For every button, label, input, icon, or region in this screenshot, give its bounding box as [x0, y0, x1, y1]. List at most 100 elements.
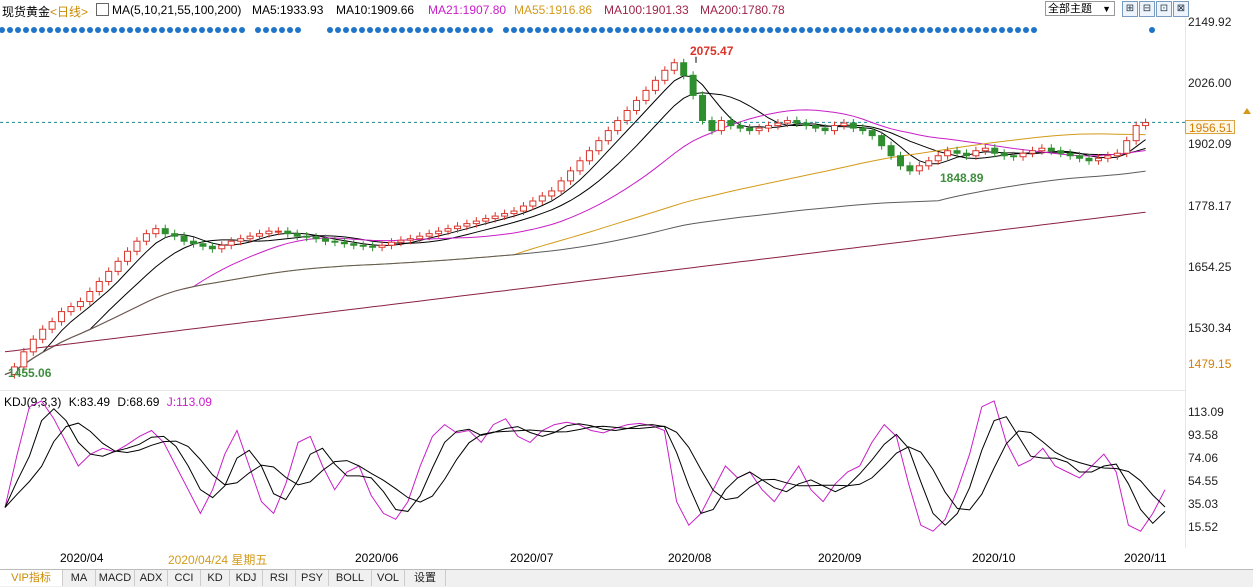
tab-kdj[interactable]: KDJ [230, 570, 263, 586]
marker-dot [223, 27, 229, 33]
tab-kd[interactable]: KD [201, 570, 230, 586]
tab-boll[interactable]: BOLL [329, 570, 372, 586]
kdj-chart[interactable] [0, 390, 1185, 548]
candle-body [793, 120, 801, 124]
ma21-line [4, 109, 1146, 375]
candle-body [878, 135, 886, 147]
tab-cci[interactable]: CCI [168, 570, 201, 586]
tab-ma[interactable]: MA [63, 570, 96, 586]
kdj-tick-0: 113.09 [1188, 405, 1224, 419]
marker-dot [871, 27, 877, 33]
tab-vol[interactable]: VOL [372, 570, 405, 586]
marker-dot [255, 27, 261, 33]
tab-adx[interactable]: ADX [135, 570, 168, 586]
marker-dot [527, 27, 533, 33]
marker-dot [391, 27, 397, 33]
candle-body [425, 233, 433, 237]
candle-body [1038, 147, 1046, 152]
marker-dot [975, 27, 981, 33]
marker-dot [407, 27, 413, 33]
marker-dot [343, 27, 349, 33]
candle-body [623, 110, 631, 122]
candle-body [651, 79, 659, 91]
marker-dot [159, 27, 165, 33]
candle-body [642, 89, 650, 101]
candle-body [161, 228, 169, 235]
marker-dot [455, 27, 461, 33]
candle-body [152, 228, 160, 235]
marker-dot [39, 27, 45, 33]
price-tick-0: 2149.92 [1188, 15, 1232, 29]
kdj-j-line [4, 400, 1166, 532]
candle-body [227, 240, 235, 246]
candle-body [1085, 157, 1093, 162]
marker-dot [55, 27, 61, 33]
tab-macd[interactable]: MACD [96, 570, 135, 586]
marker-dot [463, 27, 469, 33]
ma-params: MA(5,10,21,55,100,200) [112, 3, 242, 17]
marker-dot [23, 27, 29, 33]
tab-vip[interactable]: VIP指标 [0, 570, 63, 586]
zoom-out-button[interactable]: ⊟ [1139, 1, 1155, 17]
ma55-line [4, 133, 1146, 375]
candle-body [755, 127, 763, 132]
candle-body [1028, 150, 1036, 154]
marker-dot [79, 27, 85, 33]
marker-dot [663, 27, 669, 33]
candle-body [717, 120, 725, 132]
marker-dot [799, 27, 805, 33]
ma-settings-icon[interactable] [96, 3, 109, 16]
candle-body [661, 69, 669, 81]
tab-psy[interactable]: PSY [296, 570, 329, 586]
marker-dot [151, 27, 157, 33]
candle-body [58, 311, 66, 323]
candle-body [397, 239, 405, 243]
marker-dot [719, 27, 725, 33]
theme-select[interactable]: 全部主题 ▼ [1045, 1, 1115, 16]
candle-body [29, 338, 37, 353]
candle-body [463, 223, 471, 227]
marker-dot [631, 27, 637, 33]
zoom-in-button[interactable]: ⊞ [1122, 1, 1138, 17]
candle-body [736, 125, 744, 129]
marker-dot [95, 27, 101, 33]
marker-dot [695, 27, 701, 33]
marker-dot [591, 27, 597, 33]
marker-dot [607, 27, 613, 33]
marker-dot [471, 27, 477, 33]
candle-body [765, 125, 773, 129]
marker-dot [383, 27, 389, 33]
expand-button[interactable]: ⊠ [1173, 1, 1189, 17]
date-label-nov: 2020/11 [1124, 551, 1167, 565]
marker-dot [119, 27, 125, 33]
kdj-tick-5: 15.52 [1188, 520, 1219, 534]
marker-dot [399, 27, 405, 33]
marker-dot [831, 27, 837, 33]
ma5-value: MA5:1933.93 [252, 3, 324, 17]
fit-button[interactable]: ⊡ [1156, 1, 1172, 17]
marker-dot [935, 27, 941, 33]
candle-body [821, 127, 829, 132]
tab-rsi[interactable]: RSI [263, 570, 296, 586]
kdj-tick-4: 35.03 [1188, 497, 1219, 511]
marker-dot [599, 27, 605, 33]
marker-dot [191, 27, 197, 33]
candle-body [972, 150, 980, 157]
candle-body [576, 160, 584, 172]
marker-dot [335, 27, 341, 33]
candle-body [783, 120, 791, 124]
candle-body [246, 235, 254, 240]
kdj-tick-3: 54.55 [1188, 474, 1219, 488]
marker-dot [375, 27, 381, 33]
marker-dot [503, 27, 509, 33]
candlestick-chart[interactable] [0, 18, 1185, 390]
candle-body [1010, 155, 1018, 158]
marker-dot [479, 27, 485, 33]
candle-body [859, 127, 867, 132]
marker-dot [687, 27, 693, 33]
marker-dot [207, 27, 213, 33]
candle-body [142, 233, 150, 242]
marker-dot [63, 27, 69, 33]
tab-settings[interactable]: 设置 [405, 570, 446, 586]
candle-body [680, 62, 688, 76]
